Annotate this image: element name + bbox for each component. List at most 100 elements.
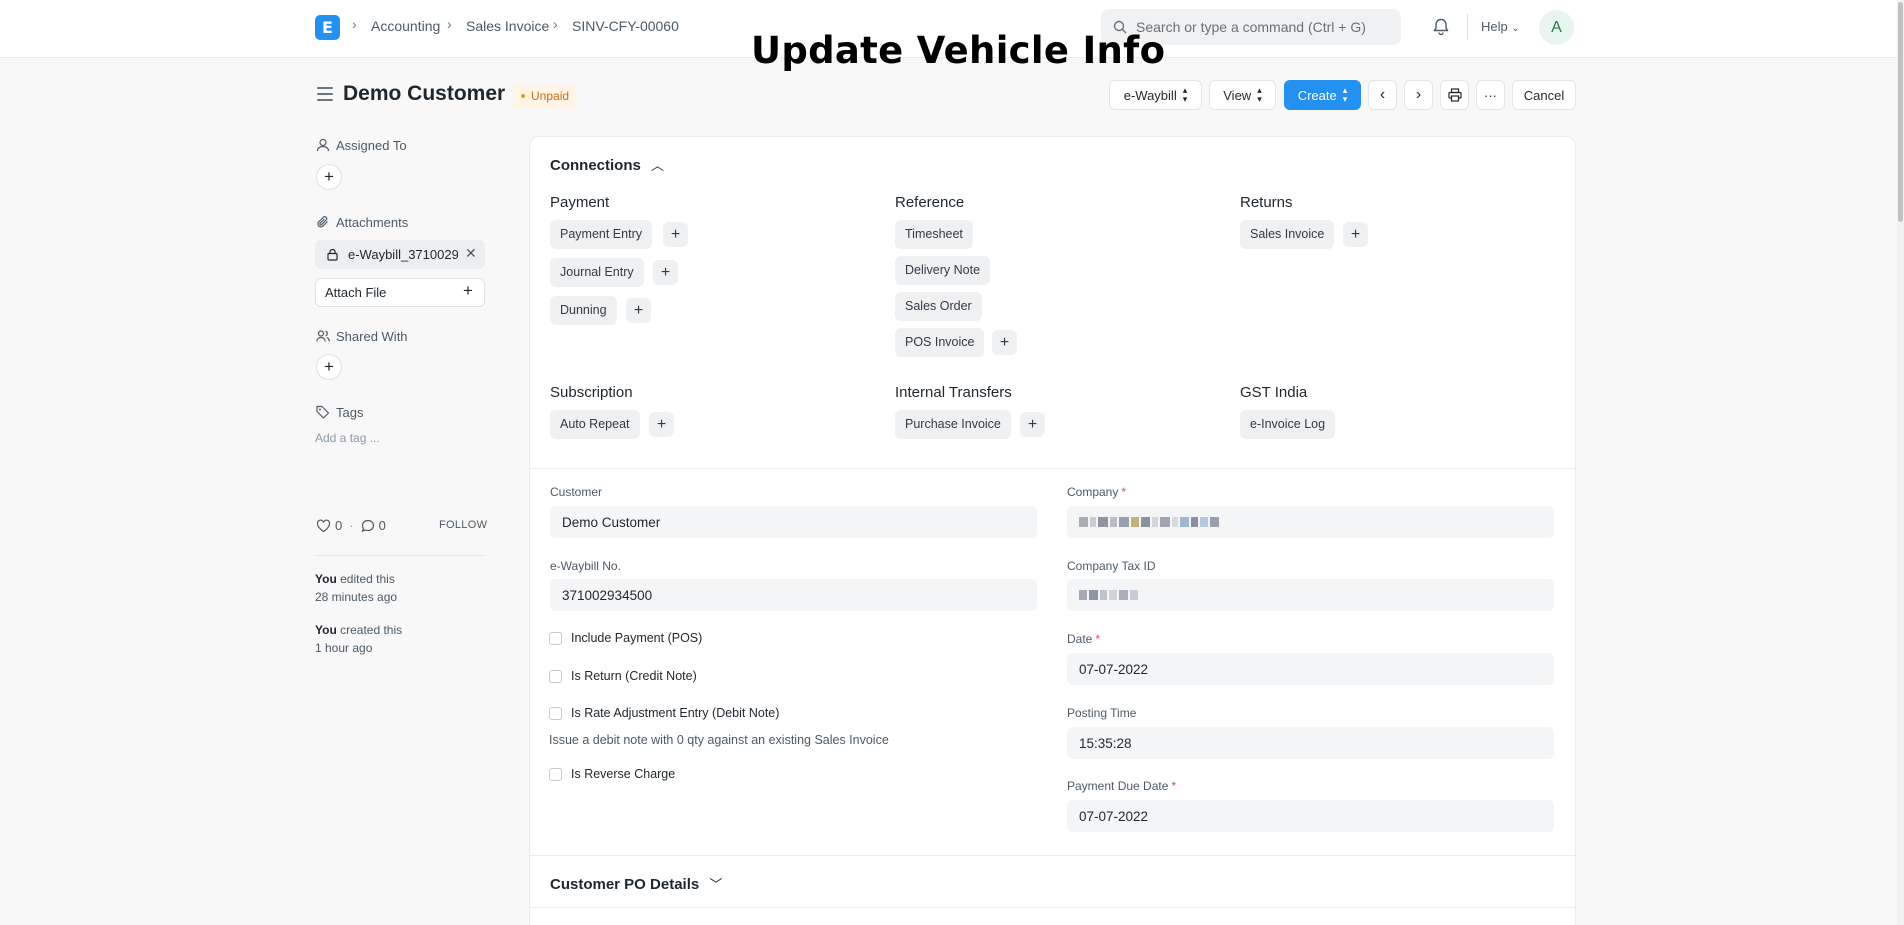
notification-bell-icon[interactable] <box>1431 17 1451 37</box>
connection-e-invoice-log[interactable]: e-Invoice Log <box>1240 410 1336 439</box>
attachments-label: Attachments <box>336 215 409 230</box>
scrollbar-thumb[interactable] <box>1898 2 1903 222</box>
connection-group-returns: Returns <box>1240 194 1293 211</box>
add-auto-repeat-button[interactable]: + <box>649 412 674 437</box>
cancel-button[interactable]: Cancel <box>1512 80 1576 110</box>
status-badge: Unpaid <box>513 85 578 107</box>
due-date-label-text: Payment Due Date <box>1067 779 1169 793</box>
add-share-button[interactable]: + <box>316 354 342 380</box>
activity-time: 1 hour ago <box>315 641 373 655</box>
add-tag-input[interactable] <box>315 431 465 445</box>
connection-pos-invoice[interactable]: POS Invoice <box>895 328 985 357</box>
company-tax-id-label: Company Tax ID <box>1067 559 1156 573</box>
section-divider <box>530 855 1575 856</box>
add-dunning-button[interactable]: + <box>626 298 651 323</box>
comments-count: 0 <box>378 518 386 533</box>
connection-group-reference: Reference <box>895 194 965 211</box>
view-button[interactable]: View ▴ ▾ <box>1209 80 1276 110</box>
add-pos-invoice-button[interactable]: + <box>992 330 1017 355</box>
connection-payment-entry[interactable]: Payment Entry <box>550 220 652 249</box>
chevron-down-icon: ⌄ <box>1511 23 1520 34</box>
checkbox[interactable] <box>549 767 562 781</box>
likes-comments: 0 · 0 <box>316 518 386 533</box>
create-label: Create <box>1297 87 1337 103</box>
checkbox[interactable] <box>549 706 562 720</box>
comment-icon[interactable] <box>361 519 375 533</box>
ewaybill-button[interactable]: e-Waybill ▴ ▾ <box>1109 80 1202 110</box>
dot-separator: · <box>349 518 354 533</box>
blurred-company-value <box>1079 517 1219 527</box>
attachment-filename[interactable]: e-Waybill_371002934500 <box>348 247 458 262</box>
customer-po-section-toggle[interactable]: Customer PO Details ﹀ <box>550 874 722 893</box>
is-rate-adjustment-checkbox[interactable]: Is Rate Adjustment Entry (Debit Note) <box>549 706 779 720</box>
connection-auto-repeat[interactable]: Auto Repeat <box>550 410 640 439</box>
user-icon <box>316 138 330 152</box>
remove-attachment-icon[interactable]: ✕ <box>465 245 477 262</box>
printer-icon <box>1447 88 1462 102</box>
connection-sales-invoice[interactable]: Sales Invoice <box>1240 220 1335 249</box>
attach-file-button[interactable]: Attach File + <box>315 278 485 307</box>
is-return-checkbox[interactable]: Is Return (Credit Note) <box>549 669 697 683</box>
customer-field[interactable] <box>550 506 1037 538</box>
print-button[interactable] <box>1440 80 1469 110</box>
posting-time-field[interactable] <box>1067 727 1554 759</box>
connection-sales-order[interactable]: Sales Order <box>895 292 982 321</box>
checkbox[interactable] <box>549 669 562 683</box>
create-button[interactable]: Create ▴ ▾ <box>1284 80 1361 110</box>
chevron-right-icon: › <box>553 16 558 32</box>
overlay-title: Update Vehicle Info <box>751 29 1166 72</box>
breadcrumb-accounting[interactable]: Accounting <box>371 18 440 34</box>
connection-purchase-invoice[interactable]: Purchase Invoice <box>895 410 1011 439</box>
chevron-down-icon: ﹀ <box>709 877 723 892</box>
include-payment-checkbox[interactable]: Include Payment (POS) <box>549 631 702 645</box>
activity-user: You <box>315 623 337 637</box>
app-logo[interactable]: E <box>315 15 340 40</box>
add-assignee-button[interactable]: + <box>316 164 342 190</box>
section-divider <box>530 468 1575 469</box>
ewaybill-no-field[interactable] <box>550 579 1037 611</box>
activity-item: You edited this 28 minutes ago <box>315 570 397 606</box>
connections-title[interactable]: Connections ︿ <box>550 155 664 174</box>
connection-dunning[interactable]: Dunning <box>550 296 617 325</box>
breadcrumb-document[interactable]: SINV-CFY-00060 <box>572 18 679 34</box>
date-field[interactable] <box>1067 653 1554 685</box>
connection-journal-entry[interactable]: Journal Entry <box>550 258 644 287</box>
payment-due-date-field[interactable] <box>1067 800 1554 832</box>
previous-doc-button[interactable]: ‹ <box>1368 80 1397 110</box>
page-scrollbar[interactable] <box>1897 0 1904 925</box>
company-label: Company * <box>1067 485 1126 499</box>
connection-group-internal-transfers: Internal Transfers <box>895 384 1012 401</box>
attachment-item[interactable]: e-Waybill_371002934500 ✕ <box>315 240 485 269</box>
connections-label: Connections <box>550 157 641 174</box>
assigned-to-label: Assigned To <box>336 138 407 153</box>
add-purchase-invoice-button[interactable]: + <box>1020 412 1045 437</box>
connection-timesheet[interactable]: Timesheet <box>895 220 973 249</box>
next-doc-button[interactable]: › <box>1404 80 1433 110</box>
sidebar-toggle-icon[interactable] <box>317 87 333 101</box>
company-tax-id-field[interactable] <box>1067 579 1554 611</box>
checkbox[interactable] <box>549 631 562 645</box>
is-reverse-charge-checkbox[interactable]: Is Reverse Charge <box>549 767 675 781</box>
add-payment-entry-button[interactable]: + <box>663 222 688 247</box>
paperclip-icon <box>317 216 328 228</box>
search-input[interactable] <box>1136 9 1391 45</box>
user-avatar[interactable]: A <box>1539 10 1574 45</box>
customer-label: Customer <box>550 485 603 499</box>
date-label-text: Date <box>1067 632 1093 646</box>
company-field[interactable] <box>1067 506 1554 538</box>
posting-time-label: Posting Time <box>1067 706 1137 720</box>
checkbox-label: Is Reverse Charge <box>571 767 676 781</box>
breadcrumb-sales-invoice[interactable]: Sales Invoice <box>466 18 549 34</box>
add-journal-entry-button[interactable]: + <box>653 260 678 285</box>
add-sales-invoice-button[interactable]: + <box>1343 222 1368 247</box>
view-label: View <box>1223 87 1252 103</box>
attach-file-label: Attach File <box>325 285 387 300</box>
heart-icon[interactable] <box>316 518 331 533</box>
more-actions-button[interactable]: ··· <box>1476 80 1505 110</box>
help-menu[interactable]: Help ⌄ <box>1481 19 1520 34</box>
follow-button[interactable]: FOLLOW <box>439 519 487 531</box>
activity-action: edited this <box>336 572 395 586</box>
connection-delivery-note[interactable]: Delivery Note <box>895 256 991 285</box>
activity-user: You <box>315 572 337 586</box>
users-icon <box>316 330 330 342</box>
